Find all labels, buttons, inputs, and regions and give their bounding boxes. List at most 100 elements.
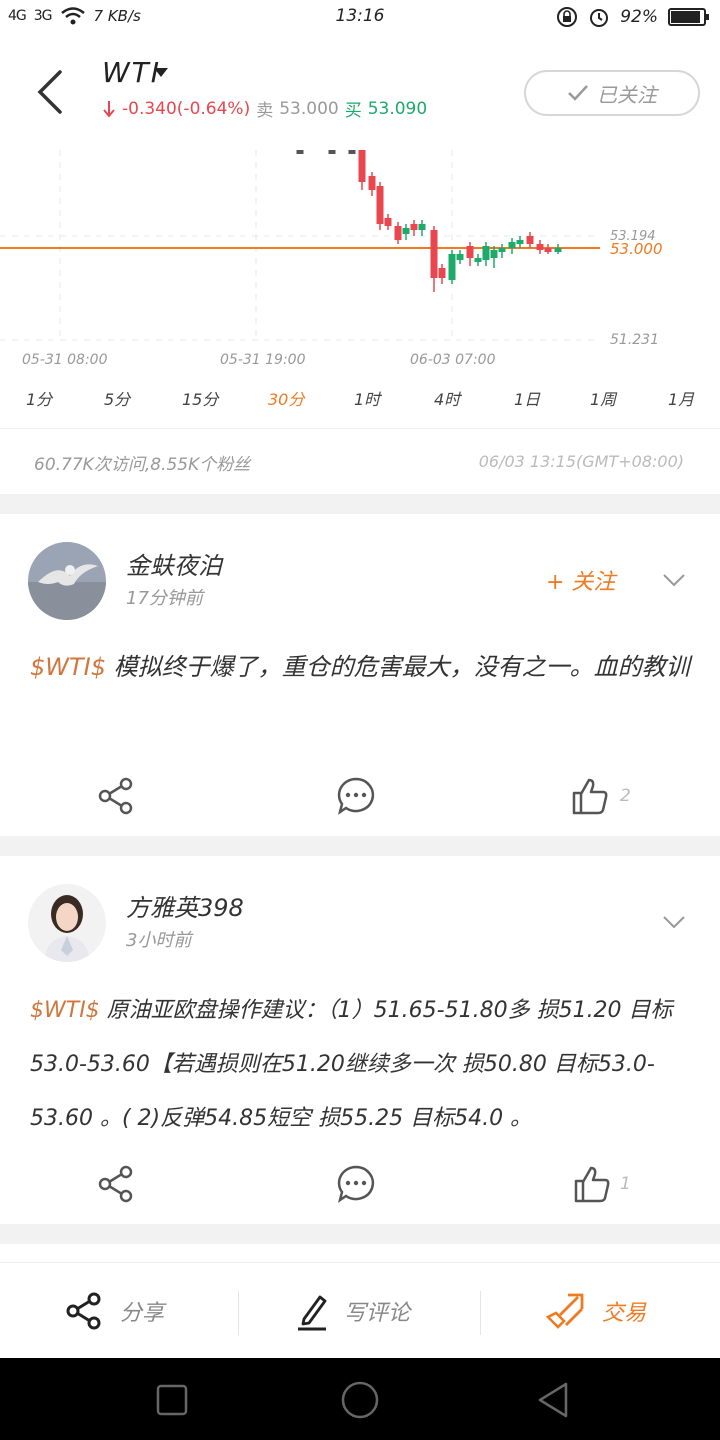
share-icon[interactable]	[96, 1164, 136, 1204]
instrument-title[interactable]: WTI	[102, 56, 161, 89]
trade-label: 交易	[602, 1301, 647, 1326]
like-count: 2	[620, 786, 631, 806]
sell-price: 53.000	[279, 98, 339, 119]
period-tabs: 1分 5分 15分 30分 1时 4时 1日 1周 1月	[0, 380, 720, 420]
updated-time: 06/03 13:15(GMT+08:00)	[478, 452, 684, 471]
candle-body	[474, 258, 482, 262]
lock-rotation-icon	[557, 7, 578, 27]
candle-body	[410, 224, 418, 230]
candle-body	[498, 248, 506, 252]
share-label: 分享	[120, 1301, 165, 1326]
status-bar: 4G 3G 7 KB/s 13:16 92%	[0, 0, 720, 36]
candle-body	[394, 226, 402, 240]
quote-line: -0.340(-0.64%) 卖 53.000 买 53.090	[102, 96, 427, 121]
candle-body	[384, 218, 392, 226]
tab-30min[interactable]: 30分	[268, 386, 304, 410]
home-icon[interactable]	[340, 1380, 380, 1420]
candle-body	[544, 248, 552, 252]
tab-1week[interactable]: 1周	[590, 386, 616, 410]
candle-body	[418, 224, 426, 230]
battery-percent: 92%	[620, 7, 658, 27]
comment-icon[interactable]	[336, 776, 376, 816]
trade-action[interactable]: 交易	[544, 1291, 646, 1331]
symbol-tag[interactable]: $WTI$	[30, 653, 106, 681]
buy-label: 买	[344, 101, 362, 121]
follow-button[interactable]: + 关注	[546, 564, 615, 596]
chevron-down-icon[interactable]	[662, 914, 686, 930]
candle-body	[554, 248, 562, 252]
symbol-tag[interactable]: $WTI$	[30, 998, 100, 1023]
post-content[interactable]: $WTI$ 模拟终于爆了，重仓的危害最大，没有之一。血的教训	[30, 640, 694, 694]
avatar-image	[28, 542, 106, 620]
back-arrow-icon[interactable]	[32, 66, 68, 118]
author-name[interactable]: 方雅英398	[126, 888, 244, 923]
section-gap	[0, 494, 720, 514]
like-icon[interactable]	[570, 776, 610, 816]
like-count: 1	[620, 1174, 631, 1194]
candle-body	[368, 176, 376, 190]
followed-button[interactable]: 已关注	[524, 70, 700, 116]
candle-body	[516, 240, 524, 244]
candle-body	[482, 246, 490, 260]
candle-body	[438, 268, 446, 278]
post-text: 模拟终于爆了，重仓的危害最大，没有之一。血的教训	[106, 653, 690, 681]
visits-fans: 60.77K次访问,8.55K个粉丝	[34, 455, 251, 475]
candlestick-chart[interactable]: 53.194 53.000 51.231	[0, 150, 720, 370]
avatar[interactable]	[28, 884, 106, 962]
share-icon[interactable]	[96, 776, 136, 816]
candles-group	[296, 150, 562, 292]
candle-body	[430, 230, 438, 278]
like-icon[interactable]	[572, 1164, 612, 1204]
pencil-icon	[298, 1295, 327, 1331]
price-label-current: 53.000	[610, 240, 663, 258]
post-content[interactable]: $WTI$ 原油亚欧盘操作建议：（1）51.65-51.80多 损51.20 目…	[30, 984, 694, 1146]
price-label-low: 51.231	[610, 332, 659, 348]
system-nav-bar	[0, 1358, 720, 1440]
chart-canvas: 53.194 53.000 51.231	[0, 150, 663, 348]
candle-body	[358, 150, 366, 182]
battery-icon	[668, 8, 709, 26]
tab-1min[interactable]: 1分	[26, 386, 52, 410]
divider	[0, 428, 720, 429]
quote-header: WTI -0.340(-0.64%) 卖 53.000 买 53.090 已关注	[0, 36, 720, 150]
separator	[480, 1291, 481, 1335]
tab-4hour[interactable]: 4时	[434, 386, 460, 410]
back-icon[interactable]	[534, 1380, 574, 1420]
candle-body	[490, 250, 498, 258]
write-comment-label: 写评论	[344, 1301, 411, 1326]
check-icon	[568, 85, 588, 101]
post-time: 17分钟前	[126, 588, 203, 609]
tab-1hour[interactable]: 1时	[354, 386, 380, 410]
time-label-1: 05-31 08:00	[22, 352, 108, 368]
author-name[interactable]: 金蚨夜泊	[126, 546, 222, 581]
tab-5min[interactable]: 5分	[104, 386, 130, 410]
candle-body	[536, 244, 544, 250]
avatar-image	[28, 884, 106, 962]
chevron-down-icon[interactable]	[662, 572, 686, 588]
recent-apps-icon[interactable]	[152, 1380, 192, 1420]
comment-icon[interactable]	[336, 1164, 376, 1204]
candle-body	[448, 254, 456, 280]
share-action[interactable]: 分享	[64, 1291, 164, 1331]
section-gap	[0, 836, 720, 856]
tab-1day[interactable]: 1日	[514, 386, 540, 410]
sell-label: 卖	[256, 101, 274, 121]
write-comment-action[interactable]: 写评论	[296, 1291, 410, 1331]
tab-1month[interactable]: 1月	[668, 386, 694, 410]
dropdown-caret-icon[interactable]	[154, 68, 168, 77]
candle-body	[376, 186, 384, 224]
candle-body	[402, 228, 410, 234]
battery-fill	[671, 11, 701, 23]
candle-body	[526, 236, 534, 244]
bottom-action-bar: 分享 写评论 交易	[0, 1262, 720, 1358]
candle-body	[328, 150, 336, 154]
tab-15min[interactable]: 15分	[182, 386, 218, 410]
candle-body	[456, 254, 464, 260]
trade-arrows-icon	[545, 1293, 584, 1329]
post-card: 方雅英398 3小时前 $WTI$ 原油亚欧盘操作建议：（1）51.65-51.…	[0, 856, 720, 1224]
avatar[interactable]	[28, 542, 106, 620]
share-icon	[66, 1292, 101, 1330]
followed-label: 已关注	[597, 82, 657, 107]
post-text: 原油亚欧盘操作建议：（1）51.65-51.80多 损51.20 目标53.0-…	[30, 998, 673, 1131]
down-arrow-icon	[103, 100, 115, 118]
